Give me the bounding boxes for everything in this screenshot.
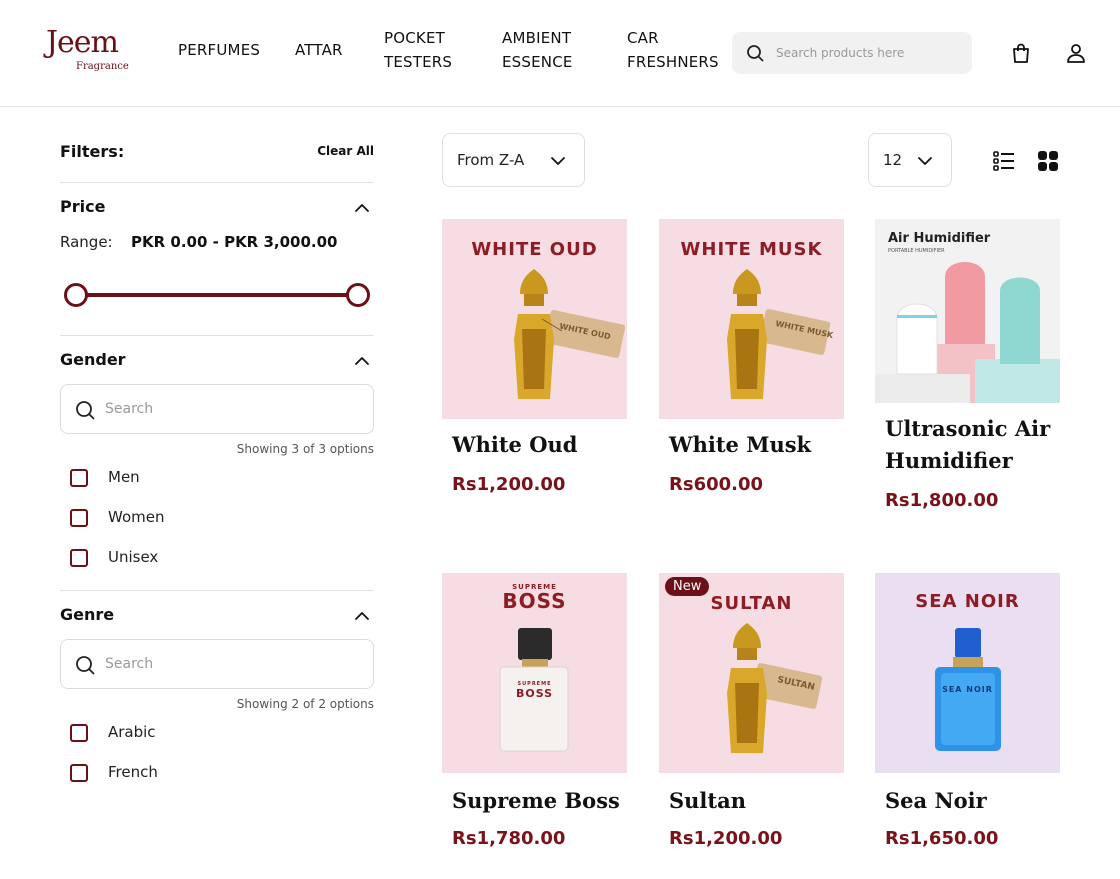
product-price: Rs1,650.00 xyxy=(885,828,999,849)
option-label: Arabic xyxy=(108,723,156,741)
product-image[interactable]: Air Humidifier PORTABLE HUMIDIFIER xyxy=(875,219,1060,403)
gender-section-title: Gender xyxy=(60,350,126,369)
option-label: Women xyxy=(108,508,165,526)
humidifier-illustration xyxy=(875,262,1060,403)
divider xyxy=(60,590,374,591)
sort-dropdown[interactable]: From Z-A xyxy=(442,133,585,187)
grid-view-icon[interactable] xyxy=(1036,149,1060,173)
chevron-down-icon xyxy=(550,153,566,173)
search-icon xyxy=(75,655,95,679)
product-card-supreme-boss[interactable]: SUPREME BOSS SUPREME BOSS Supreme Boss R… xyxy=(442,573,627,863)
divider xyxy=(60,335,374,336)
product-price: Rs1,200.00 xyxy=(669,828,783,849)
product-card-white-musk[interactable]: WHITE MUSK WHITE MUSK White Musk Rs600.0… xyxy=(659,219,844,509)
product-name[interactable]: White Musk xyxy=(669,429,839,461)
product-name[interactable]: Sea Noir xyxy=(885,785,1055,817)
sort-value: From Z-A xyxy=(457,151,525,169)
checkbox[interactable] xyxy=(70,469,88,487)
nav-ambient-essence[interactable]: AMBIENT ESSENCE xyxy=(502,26,573,74)
bottle-label: BOSS xyxy=(515,687,554,700)
genre-section-title: Genre xyxy=(60,605,115,624)
attar-bottle-illustration xyxy=(727,269,831,399)
price-section-title: Price xyxy=(60,197,106,216)
chevron-up-icon[interactable] xyxy=(354,200,370,216)
product-price: Rs1,200.00 xyxy=(452,474,566,495)
site-header: Jeem Fragrance PERFUMES ATTAR POCKET TES… xyxy=(0,0,1120,107)
product-image[interactable]: WHITE MUSK WHITE MUSK xyxy=(659,219,844,419)
chevron-up-icon[interactable] xyxy=(354,608,370,624)
product-image[interactable]: WHITE OUD WHITE OUD xyxy=(442,219,627,419)
genre-search-input[interactable] xyxy=(105,640,365,688)
product-card-sultan[interactable]: SULTAN SULTAN New Sultan Rs1,200.00 xyxy=(659,573,844,863)
option-label: French xyxy=(108,763,158,781)
nav-label-line1: AMBIENT xyxy=(502,29,572,47)
product-price: Rs1,800.00 xyxy=(885,490,999,511)
new-badge: New xyxy=(665,577,710,596)
nav-pocket-testers[interactable]: POCKET TESTERS xyxy=(384,26,452,74)
nav-attar[interactable]: ATTAR xyxy=(295,38,343,62)
clear-all-button[interactable]: Clear All xyxy=(317,144,374,158)
product-name[interactable]: Sultan xyxy=(669,785,839,817)
nav-label: ATTAR xyxy=(295,41,343,59)
product-image[interactable]: SUPREME BOSS SUPREME BOSS xyxy=(442,573,627,773)
gender-showing-count: Showing 3 of 3 options xyxy=(236,442,374,456)
perfume-bottle-illustration xyxy=(935,628,1001,751)
option-label: Men xyxy=(108,468,140,486)
filters-sidebar: Filters: Clear All Price Range: PKR 0.00… xyxy=(60,107,374,879)
price-slider-max-handle[interactable] xyxy=(346,283,370,307)
product-name[interactable]: White Oud xyxy=(452,429,622,461)
nav-perfumes[interactable]: PERFUMES xyxy=(178,38,260,62)
price-slider-min-handle[interactable] xyxy=(64,283,88,307)
nav-car-freshners[interactable]: CAR FRESHNERS xyxy=(627,26,719,74)
product-price: Rs1,780.00 xyxy=(452,828,566,849)
filters-title: Filters: xyxy=(60,142,125,161)
user-icon[interactable] xyxy=(1065,42,1087,64)
search-icon xyxy=(746,44,764,66)
genre-showing-count: Showing 2 of 2 options xyxy=(236,697,374,711)
chevron-down-icon xyxy=(917,153,933,173)
search-input[interactable] xyxy=(776,32,961,74)
price-slider-track[interactable] xyxy=(76,293,358,297)
product-image[interactable]: SEA NOIR SEA NOIR xyxy=(875,573,1060,773)
product-card-sea-noir[interactable]: SEA NOIR SEA NOIR Sea Noir Rs1,650.00 xyxy=(875,573,1060,863)
bottle-label: SEA NOIR xyxy=(942,685,993,694)
product-card-air-humidifier[interactable]: Air Humidifier PORTABLE HUMIDIFIER Ultra… xyxy=(875,219,1060,519)
price-range-value: PKR 0.00 - PKR 3,000.00 xyxy=(131,233,338,251)
checkbox[interactable] xyxy=(70,724,88,742)
product-name[interactable]: Supreme Boss xyxy=(452,785,622,817)
nav-label-line1: POCKET xyxy=(384,29,446,47)
product-price: Rs600.00 xyxy=(669,474,764,495)
attar-bottle-illustration xyxy=(727,623,823,753)
checkbox[interactable] xyxy=(70,549,88,567)
per-page-value: 12 xyxy=(883,151,903,169)
checkbox[interactable] xyxy=(70,764,88,782)
gender-search-input[interactable] xyxy=(105,385,365,433)
nav-label-line2: FRESHNERS xyxy=(627,53,719,71)
search-icon xyxy=(75,400,95,424)
logo-wordmark: Jeem xyxy=(46,25,119,60)
chevron-up-icon[interactable] xyxy=(354,353,370,369)
list-view-icon[interactable] xyxy=(992,149,1016,173)
genre-search[interactable] xyxy=(60,639,374,689)
logo-subtitle: Fragrance xyxy=(76,61,129,72)
checkbox[interactable] xyxy=(70,509,88,527)
brand-logo[interactable]: Jeem Fragrance xyxy=(46,25,129,78)
attar-bottle-illustration xyxy=(514,269,626,399)
price-range-label: Range: xyxy=(60,233,113,251)
perfume-bottle-illustration xyxy=(499,628,569,752)
nav-label-line2: TESTERS xyxy=(384,53,453,71)
gender-search[interactable] xyxy=(60,384,374,434)
nav-label: PERFUMES xyxy=(178,41,261,59)
per-page-dropdown[interactable]: 12 xyxy=(868,133,952,187)
product-card-white-oud[interactable]: WHITE OUD WHITE OUD White Oud Rs1,200.00 xyxy=(442,219,627,509)
divider xyxy=(60,182,374,183)
product-search[interactable] xyxy=(732,32,972,74)
option-label: Unisex xyxy=(108,548,159,566)
nav-label-line2: ESSENCE xyxy=(502,53,573,71)
product-name[interactable]: Ultrasonic Air Humidifier xyxy=(885,413,1055,477)
shopping-bag-icon[interactable] xyxy=(1010,42,1032,64)
nav-label-line1: CAR xyxy=(627,29,659,47)
product-image[interactable]: SULTAN SULTAN New xyxy=(659,573,844,773)
